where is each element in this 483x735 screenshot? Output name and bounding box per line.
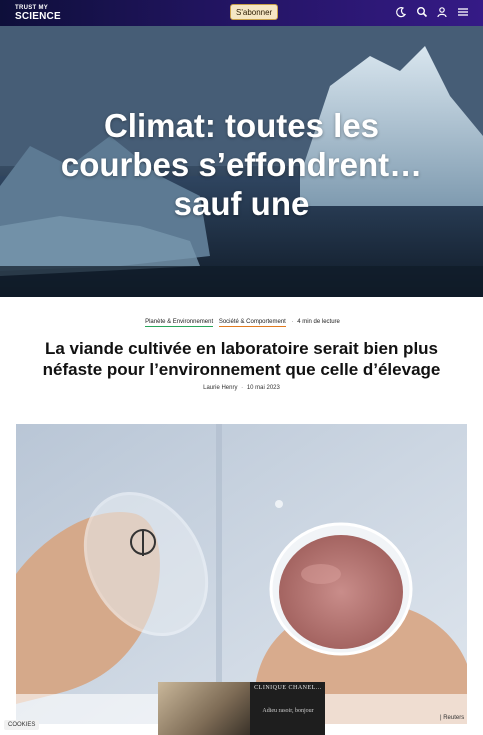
article-image xyxy=(16,424,467,724)
ad-brand: CLINIQUE CHANEL... xyxy=(254,685,322,691)
top-navigation-bar: TRUST MY SCIENCE S'abonner xyxy=(0,0,483,26)
publish-date: 10 mai 2023 xyxy=(246,385,280,391)
cookies-button[interactable]: COOKIES xyxy=(4,720,40,730)
hero-title[interactable]: Climat: toutes les courbes s’effondrent…… xyxy=(40,106,443,223)
read-time: 4 min de lecture xyxy=(297,319,340,325)
hero-banner[interactable]: Climat: toutes les courbes s’effondrent…… xyxy=(0,26,483,297)
image-credit: | Reuters xyxy=(440,715,465,721)
tag-societe-comportement[interactable]: Société & Comportement xyxy=(218,319,286,327)
separator-dot: · xyxy=(291,319,294,325)
tag-planete-environnement[interactable]: Planète & Environnement xyxy=(145,319,214,327)
logo-line-2: SCIENCE xyxy=(15,11,61,22)
lab-meat-photo xyxy=(16,424,467,724)
subscribe-button[interactable]: S'abonner xyxy=(230,4,279,20)
ad-image xyxy=(158,682,250,735)
ad-text: Adieu rasoir, bonjour xyxy=(262,708,314,714)
separator-dot: · xyxy=(241,385,244,391)
article-byline: Laurie Henry · 10 mai 2023 xyxy=(0,385,483,391)
site-logo[interactable]: TRUST MY SCIENCE xyxy=(15,5,61,22)
article-tags: Planète & Environnement Société & Compor… xyxy=(0,319,483,327)
search-icon[interactable] xyxy=(416,6,428,18)
user-icon[interactable] xyxy=(436,6,448,18)
ad-banner[interactable]: CLINIQUE CHANEL... Adieu rasoir, bonjour xyxy=(158,682,325,735)
moon-icon[interactable] xyxy=(395,6,407,18)
menu-icon[interactable] xyxy=(457,6,469,18)
author-name[interactable]: Laurie Henry xyxy=(203,385,237,391)
article-title: La viande cultivée en laboratoire serait… xyxy=(42,339,441,379)
